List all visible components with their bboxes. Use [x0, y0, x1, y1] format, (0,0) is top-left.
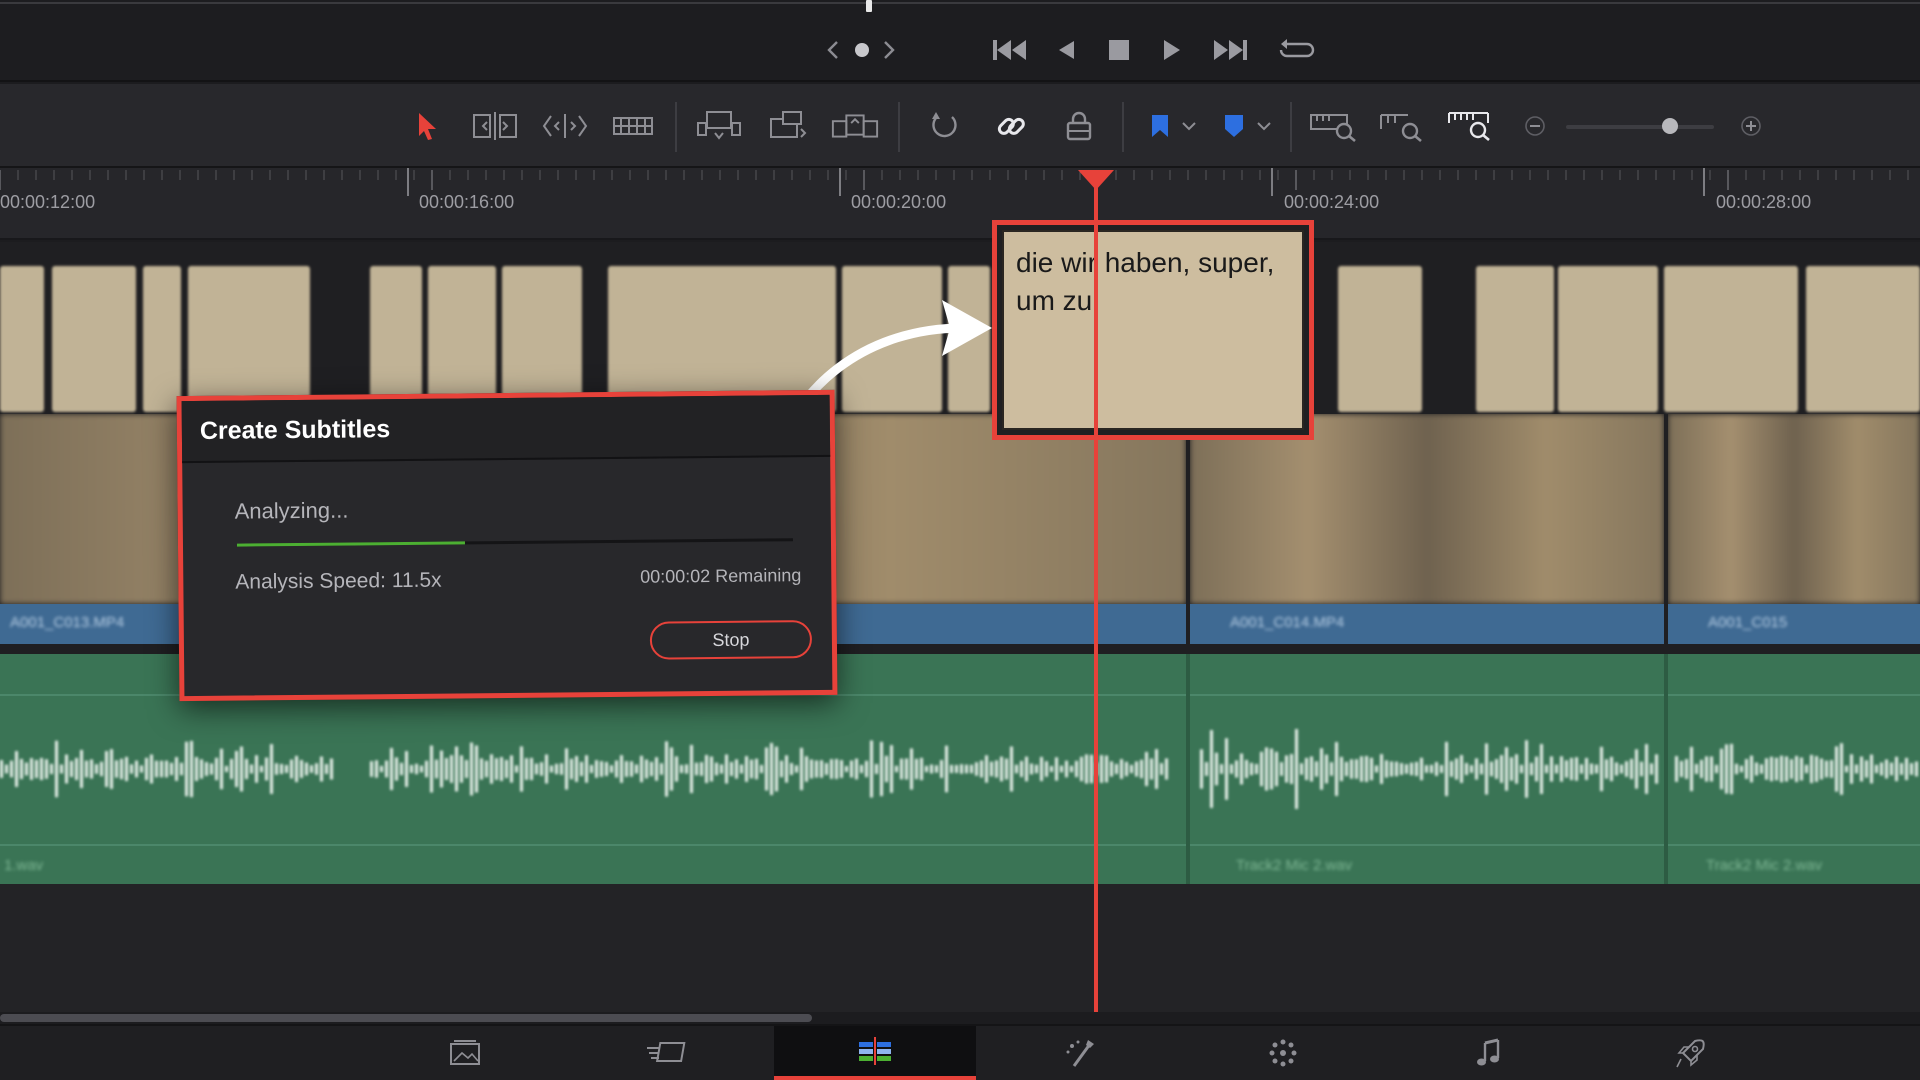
timecode-label: 00:00:16:00	[419, 192, 515, 212]
zoom-slider-handle[interactable]	[1661, 118, 1678, 134]
zoom-in-icon[interactable]	[1736, 104, 1766, 148]
video-clip-bar: A001_C014.MP4	[1190, 604, 1664, 644]
toolbar-divider	[1122, 102, 1124, 152]
skip-to-end-icon[interactable]	[1210, 30, 1250, 70]
edit-page-icon[interactable]	[774, 1026, 976, 1080]
video-clip-label: A001_C013.MP4	[10, 614, 125, 631]
audio-clip-label: Track2 Mic 2.wav	[1706, 857, 1823, 874]
marker-icon[interactable]	[1214, 104, 1254, 148]
audio-waveform	[0, 729, 1918, 809]
audio-clip-edge	[1186, 654, 1190, 884]
create-subtitles-dialog: Create Subtitles Analyzing... Analysis S…	[176, 389, 838, 702]
subtitle-clip[interactable]	[502, 266, 582, 412]
fusion-page-icon[interactable]	[980, 1026, 1182, 1080]
video-clip-label: A001_C014.MP4	[1230, 614, 1345, 631]
loop-icon[interactable]	[1276, 30, 1316, 70]
analysis-speed: Analysis Speed: 11.5x	[235, 568, 442, 594]
zoom-full-icon[interactable]	[1308, 104, 1358, 148]
chevron-left-icon[interactable]	[822, 30, 844, 70]
transport-bar	[0, 0, 1920, 82]
stop-button[interactable]: Stop	[649, 620, 813, 660]
position-lock-icon[interactable]	[1054, 104, 1104, 148]
timeline-window: 00:00:12:00 00:00:16:00 00:00:20:00 00:0…	[0, 0, 1920, 1080]
trim-edit-icon[interactable]	[470, 104, 520, 148]
subtitle-clip[interactable]	[0, 266, 44, 412]
zoom-slider[interactable]	[1566, 118, 1714, 134]
marker-dropdown-chevron-icon[interactable]	[1251, 104, 1277, 148]
page-navigation	[0, 1024, 1920, 1080]
toolbar-divider	[898, 102, 900, 152]
subtitle-clip[interactable]	[370, 266, 422, 412]
media-page-icon[interactable]	[364, 1026, 566, 1080]
video-clip[interactable]: A001_C015	[1668, 414, 1920, 644]
linked-selection-icon[interactable]	[986, 104, 1036, 148]
horizontal-scrollbar[interactable]	[0, 1012, 1920, 1024]
playhead-line[interactable]	[1094, 180, 1098, 1012]
analysis-progress-bar	[236, 538, 793, 547]
video-thumbnail	[1190, 414, 1664, 604]
timecode-ruler[interactable]: 00:00:12:00 00:00:16:00 00:00:20:00 00:0…	[0, 168, 1920, 240]
dot-icon[interactable]	[851, 30, 873, 70]
analysis-status: Analyzing...	[234, 497, 349, 524]
zoom-out-icon[interactable]	[1520, 104, 1550, 148]
subtitle-clip[interactable]	[1476, 266, 1554, 412]
overwrite-clip-icon[interactable]	[762, 104, 812, 148]
dialog-title-bar[interactable]: Create Subtitles	[181, 394, 831, 464]
selection-arrow-icon[interactable]	[402, 104, 452, 148]
dynamic-trim-icon[interactable]	[540, 104, 590, 148]
subtitle-clip[interactable]	[1338, 266, 1422, 412]
timecode-label: 00:00:20:00	[851, 192, 947, 212]
flag-dropdown-chevron-icon[interactable]	[1176, 104, 1202, 148]
timecode-label: 00:00:28:00	[1716, 192, 1812, 212]
subtitle-clip[interactable]	[1558, 266, 1658, 412]
flag-icon[interactable]	[1140, 104, 1180, 148]
time-remaining: 00:00:02 Remaining	[640, 565, 802, 587]
horizontal-scrollbar-thumb[interactable]	[0, 1014, 812, 1022]
audio-clip-edge	[1664, 654, 1668, 884]
dialog-title: Create Subtitles	[199, 415, 391, 445]
play-icon[interactable]	[1160, 30, 1184, 70]
video-clip-bar: A001_C015	[1668, 604, 1920, 644]
step-back-icon[interactable]	[1054, 30, 1078, 70]
color-page-icon[interactable]	[1182, 1026, 1384, 1080]
blade-icon[interactable]	[608, 104, 658, 148]
subtitle-clip-zoomed[interactable]: die wir haben, super, um zu	[1002, 230, 1304, 430]
chevron-right-icon[interactable]	[878, 30, 900, 70]
zoom-custom-icon[interactable]	[1446, 104, 1496, 148]
analysis-progress-fill	[236, 541, 465, 547]
skip-to-start-icon[interactable]	[990, 30, 1030, 70]
ruler-ticks	[0, 168, 1909, 196]
toolbar-divider	[675, 102, 677, 152]
edit-toolbar	[0, 84, 1920, 168]
timecode-label: 00:00:24:00	[1284, 192, 1380, 212]
fairlight-page-icon[interactable]	[1388, 1026, 1590, 1080]
deliver-page-icon[interactable]	[1590, 1026, 1792, 1080]
snapping-icon[interactable]	[918, 104, 968, 148]
subtitle-clip[interactable]	[52, 266, 136, 412]
top-scrub-marker[interactable]	[866, 0, 872, 12]
replace-clip-icon[interactable]	[830, 104, 880, 148]
cut-page-icon[interactable]	[566, 1026, 768, 1080]
subtitle-clip[interactable]	[188, 266, 310, 412]
toolbar-divider	[1290, 102, 1292, 152]
subtitle-clip[interactable]	[428, 266, 496, 412]
video-clip-label: A001_C015	[1708, 614, 1788, 631]
subtitle-clip[interactable]	[1806, 266, 1920, 412]
empty-track-area	[0, 884, 1920, 1012]
subtitle-clip[interactable]	[1664, 266, 1798, 412]
zoom-detail-icon[interactable]	[1378, 104, 1428, 148]
audio-clip-label: Track2 Mic 2.wav	[1236, 857, 1353, 874]
audio-track-guide	[0, 844, 1920, 846]
subtitle-clip[interactable]	[143, 266, 181, 412]
video-clip[interactable]: A001_C014.MP4	[1190, 414, 1664, 644]
video-thumbnail	[1668, 414, 1920, 604]
timecode-label: 00:00:12:00	[0, 192, 96, 212]
audio-clip-label: 1.wav	[4, 857, 44, 874]
subtitle-callout: die wir haben, super, um zu	[992, 220, 1314, 440]
insert-clip-icon[interactable]	[694, 104, 744, 148]
playhead-handle[interactable]	[1078, 170, 1114, 190]
stop-icon[interactable]	[1107, 30, 1131, 70]
top-scrub-bar[interactable]	[0, 2, 1920, 4]
